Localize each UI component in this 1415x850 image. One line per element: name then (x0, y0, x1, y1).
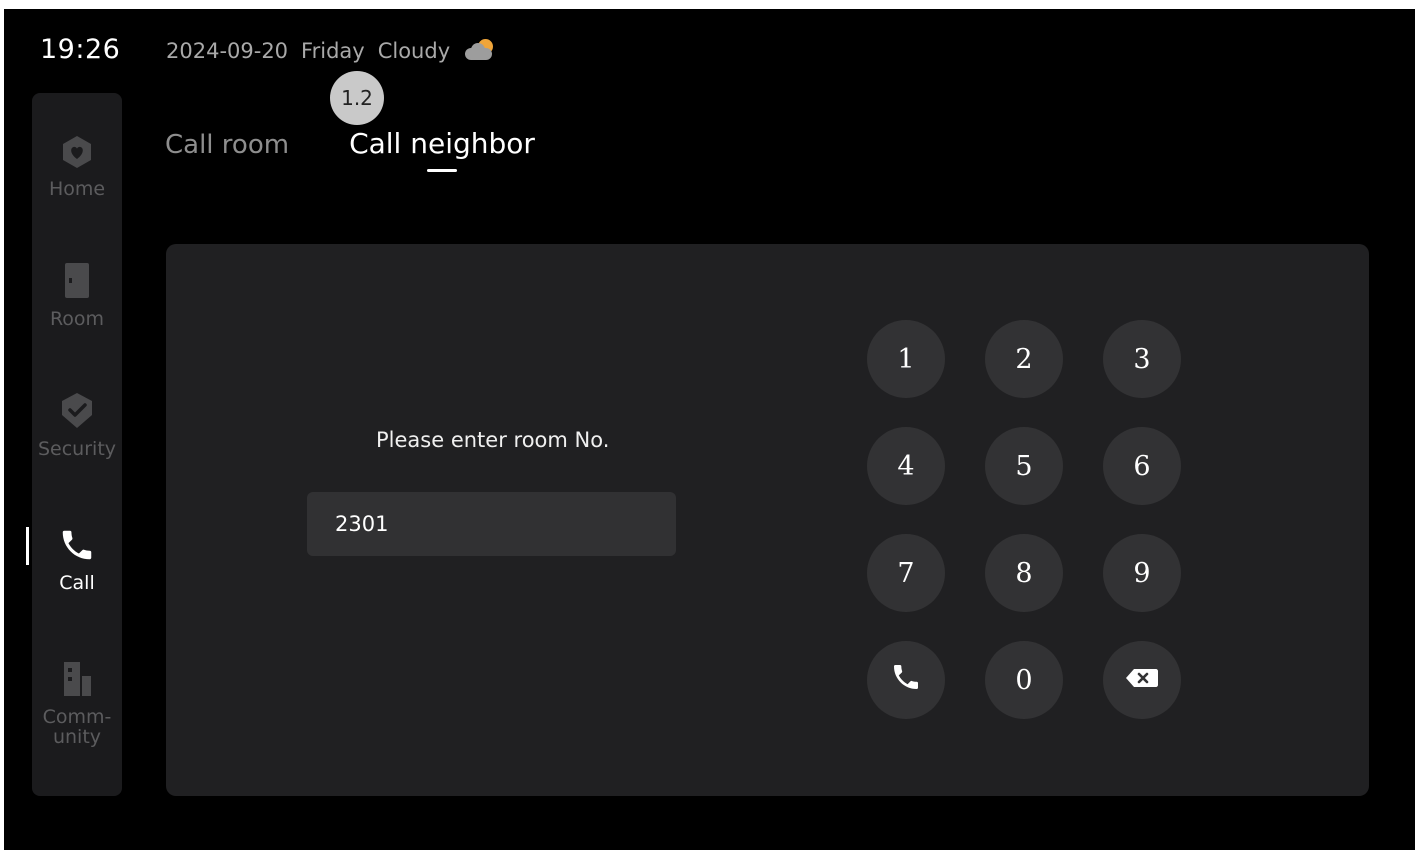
sidebar-label-community: Comm- unity (42, 706, 112, 748)
phone-icon (890, 661, 922, 700)
call-button[interactable] (867, 641, 945, 719)
sidebar-label-security: Security (37, 438, 117, 460)
intercom-screen: 19:26 2024-09-20 Friday Cloudy 1.2 Call … (4, 9, 1415, 850)
sidebar-item-security[interactable]: Security (32, 391, 122, 459)
key-7[interactable]: 7 (867, 534, 945, 612)
key-9[interactable]: 9 (1103, 534, 1181, 612)
step-badge: 1.2 (330, 71, 384, 125)
active-nav-indicator (26, 527, 29, 565)
sidebar-item-community[interactable]: Comm- unity (32, 659, 122, 747)
active-tab-indicator (426, 169, 457, 172)
room-number-prompt: Please enter room No. (376, 428, 610, 452)
clock: 19:26 (40, 34, 121, 65)
key-2[interactable]: 2 (985, 320, 1063, 398)
weather-text: Cloudy (377, 39, 451, 63)
dial-panel: Please enter room No. 1 2 3 4 5 6 7 8 9 … (166, 244, 1369, 796)
building-icon (58, 659, 96, 699)
partly-cloudy-icon (463, 39, 497, 63)
date-text: 2024-09-20 (166, 39, 289, 63)
key-4[interactable]: 4 (867, 427, 945, 505)
sidebar-item-home[interactable]: Home (32, 133, 122, 199)
tab-bar: Call room Call neighbor (165, 127, 535, 172)
status-bar: 2024-09-20 Friday Cloudy (166, 39, 497, 63)
sidebar-label-home: Home (48, 178, 106, 200)
backspace-icon (1124, 665, 1160, 696)
key-1[interactable]: 1 (867, 320, 945, 398)
backspace-button[interactable] (1103, 641, 1181, 719)
phone-icon (58, 525, 96, 565)
key-6[interactable]: 6 (1103, 427, 1181, 505)
sidebar-item-room[interactable]: Room (32, 261, 122, 329)
home-icon (58, 133, 96, 171)
sidebar-label-call: Call (59, 572, 95, 594)
tab-call-room[interactable]: Call room (165, 130, 289, 172)
key-3[interactable]: 3 (1103, 320, 1181, 398)
tab-call-neighbor[interactable]: Call neighbor (349, 127, 535, 172)
room-number-input[interactable] (307, 492, 676, 556)
shield-check-icon (58, 391, 96, 431)
door-icon (58, 261, 96, 301)
sidebar-label-room: Room (49, 308, 105, 330)
key-8[interactable]: 8 (985, 534, 1063, 612)
key-5[interactable]: 5 (985, 427, 1063, 505)
sidebar: Home Room Security Call Comm- unity (26, 93, 122, 796)
weekday-text: Friday (301, 39, 365, 63)
tab-call-neighbor-label: Call neighbor (349, 127, 535, 160)
key-0[interactable]: 0 (985, 641, 1063, 719)
sidebar-item-call[interactable]: Call (26, 525, 122, 594)
